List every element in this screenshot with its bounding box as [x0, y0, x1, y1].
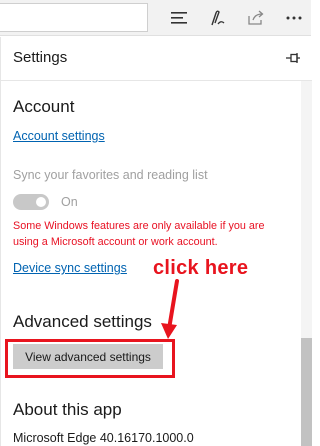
settings-pane: Settings Account Account settings Sync y…: [0, 37, 312, 446]
toggle-knob: [36, 197, 46, 207]
about-heading: About this app: [13, 400, 122, 419]
hub-icon[interactable]: [168, 6, 192, 30]
app-version: Microsoft Edge 40.16170.1000.0: [13, 431, 194, 445]
more-icon[interactable]: [282, 6, 306, 30]
account-settings-link[interactable]: Account settings: [13, 129, 105, 143]
account-warning: Some Windows features are only available…: [13, 220, 265, 248]
address-bar[interactable]: [0, 3, 148, 32]
click-here-callout: click here: [153, 257, 249, 279]
web-note-icon[interactable]: [206, 6, 230, 30]
advanced-heading: Advanced settings: [13, 312, 152, 331]
device-sync-link[interactable]: Device sync settings: [13, 261, 127, 275]
scrollbar-thumb[interactable]: [301, 338, 312, 446]
browser-toolbar: [0, 0, 311, 36]
account-heading: Account: [13, 97, 75, 116]
title-divider: [1, 80, 312, 81]
sync-toggle[interactable]: [13, 194, 49, 210]
sync-label: Sync your favorites and reading list: [13, 168, 208, 182]
view-advanced-settings-button[interactable]: View advanced settings: [13, 344, 163, 369]
pane-title: Settings: [13, 49, 68, 66]
pin-icon[interactable]: [285, 51, 301, 65]
sync-toggle-state: On: [61, 195, 78, 209]
share-icon[interactable]: [244, 6, 268, 30]
red-arrow-icon: [161, 279, 179, 339]
